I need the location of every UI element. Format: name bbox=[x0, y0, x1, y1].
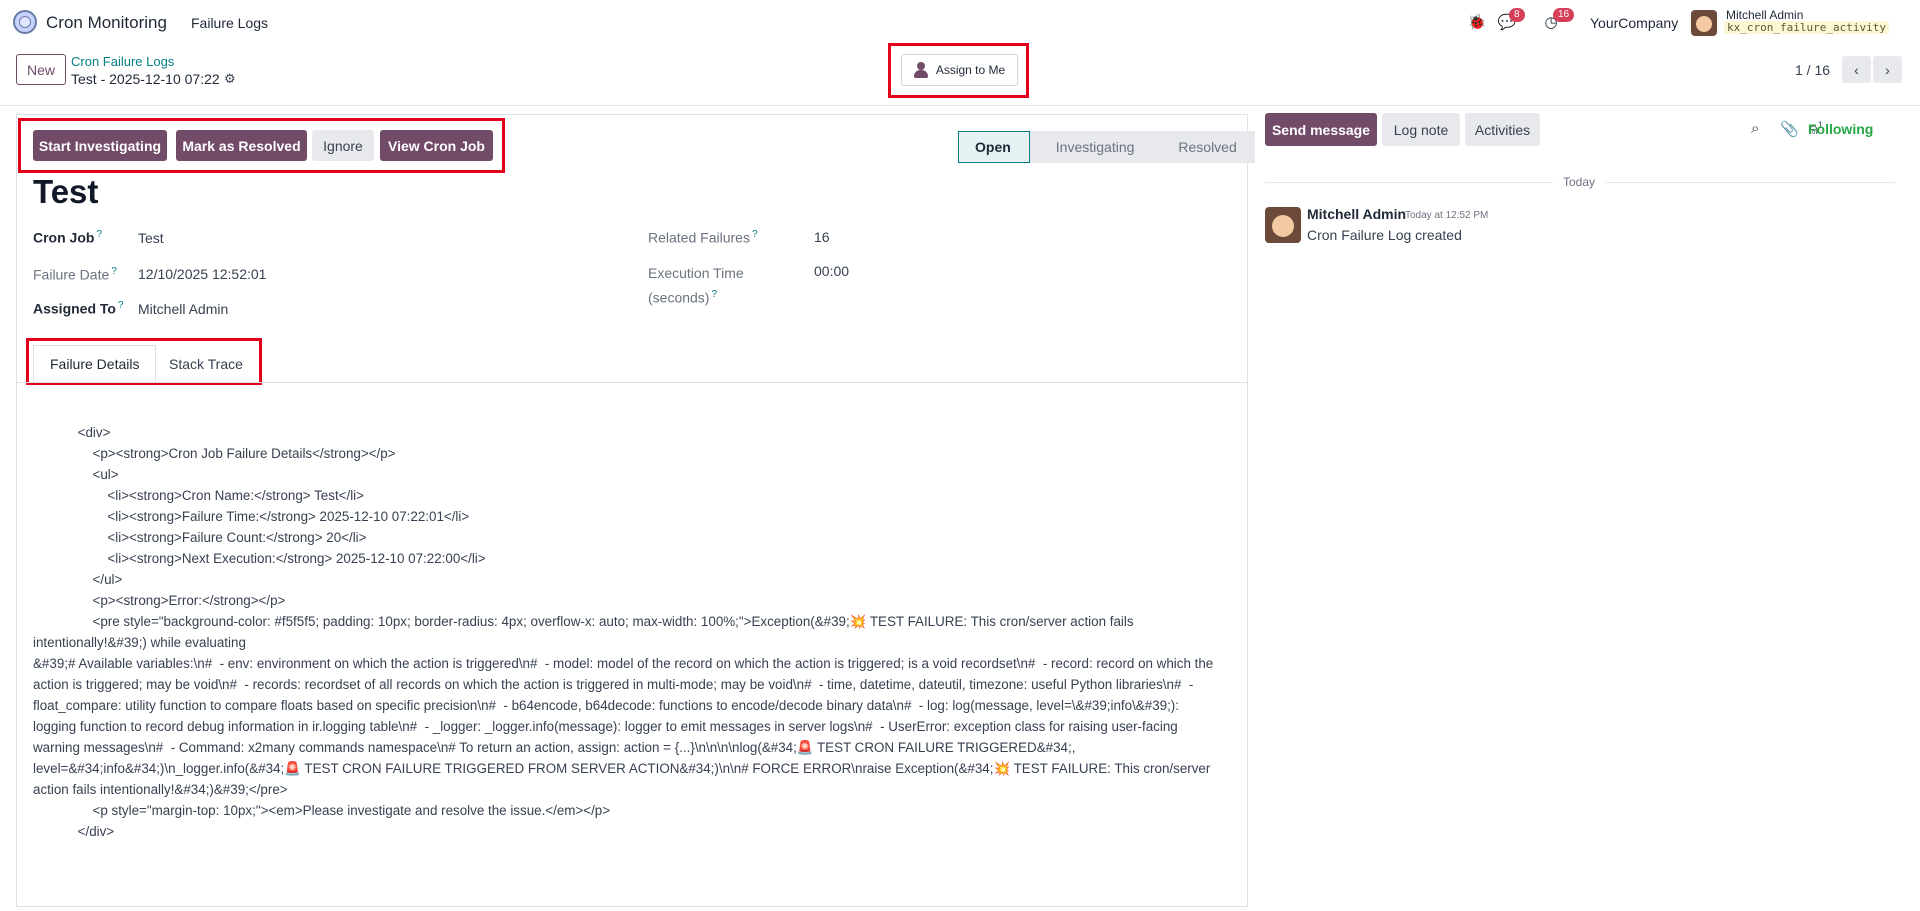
message-author[interactable]: Mitchell Admin bbox=[1307, 206, 1406, 222]
start-investigating-button[interactable]: Start Investigating bbox=[33, 130, 167, 161]
failure-details-content: <div> <p><strong>Cron Job Failure Detail… bbox=[33, 425, 1214, 839]
date-separator-label: Today bbox=[1553, 175, 1606, 189]
breadcrumb-cron-failure-logs[interactable]: Cron Failure Logs bbox=[71, 54, 174, 69]
database-name: kx_cron_failure_activity bbox=[1724, 21, 1889, 34]
activities-button[interactable]: Activities bbox=[1465, 113, 1540, 146]
assign-to-me-button[interactable]: Assign to Me bbox=[901, 54, 1018, 86]
record-title: Test bbox=[33, 173, 99, 210]
cron-monitoring-logo-icon[interactable] bbox=[13, 10, 37, 34]
message-body: Cron Failure Log created bbox=[1307, 227, 1462, 243]
message-author-avatar[interactable] bbox=[1265, 207, 1301, 243]
related-failures-field[interactable]: 16 bbox=[814, 229, 830, 245]
bug-icon[interactable]: 🐞 bbox=[1467, 12, 1487, 32]
search-icon[interactable]: ⌕ bbox=[1751, 120, 1759, 137]
execution-time-label: Execution Time (seconds)? bbox=[648, 265, 744, 306]
assign-to-me-label: Assign to Me bbox=[935, 63, 1006, 77]
pager-previous-icon[interactable]: ‹ bbox=[1842, 56, 1871, 83]
pager-value[interactable]: 1 / 16 bbox=[1795, 62, 1830, 78]
pager-next-icon[interactable]: › bbox=[1873, 56, 1902, 83]
message-time: Today at 12:52 PM bbox=[1405, 210, 1489, 221]
stage-investigating[interactable]: Investigating bbox=[1029, 131, 1153, 163]
top-navbar: Cron Monitoring Failure Logs 🐞 💬 8 ◷ 16 Yo… bbox=[0, 0, 1920, 46]
activities-badge: 16 bbox=[1553, 8, 1575, 22]
user-icon bbox=[913, 62, 928, 78]
app-name[interactable]: Cron Monitoring bbox=[46, 13, 167, 33]
related-failures-label: Related Failures? bbox=[648, 229, 758, 246]
tab-stack-trace[interactable]: Stack Trace bbox=[153, 345, 259, 382]
view-cron-job-button[interactable]: View Cron Job bbox=[380, 130, 493, 161]
menu-failure-logs[interactable]: Failure Logs bbox=[191, 15, 268, 31]
user-menu-name[interactable]: Mitchell Admin bbox=[1726, 8, 1803, 22]
company-switcher[interactable]: YourCompany bbox=[1590, 15, 1678, 31]
messages-badge: 8 bbox=[1509, 8, 1525, 22]
help-icon[interactable]: ? bbox=[111, 266, 117, 277]
cron-job-field[interactable]: Test bbox=[138, 230, 164, 246]
following-button[interactable]: Following bbox=[1808, 121, 1873, 137]
new-button[interactable]: New bbox=[16, 54, 66, 85]
user-avatar[interactable] bbox=[1691, 10, 1717, 36]
ignore-button[interactable]: Ignore bbox=[312, 130, 374, 161]
gear-icon[interactable]: ⚙ bbox=[224, 71, 236, 87]
log-note-button[interactable]: Log note bbox=[1382, 113, 1460, 146]
status-bar: Open Investigating Resolved bbox=[958, 131, 1255, 163]
assigned-to-label: Assigned To? bbox=[33, 300, 124, 317]
breadcrumb-current-record: Test - 2025-12-10 07:22 bbox=[71, 71, 220, 87]
execution-time-field[interactable]: 00:00 bbox=[814, 263, 849, 279]
send-message-button[interactable]: Send message bbox=[1265, 113, 1377, 146]
paperclip-icon[interactable]: 📎 bbox=[1780, 120, 1799, 138]
help-icon[interactable]: ? bbox=[752, 229, 758, 240]
tab-divider bbox=[17, 382, 1247, 383]
stage-open[interactable]: Open bbox=[958, 131, 1030, 163]
activities-clock-icon[interactable]: ◷ 16 bbox=[1541, 8, 1575, 32]
mark-as-resolved-button[interactable]: Mark as Resolved bbox=[176, 130, 307, 161]
cron-job-label: Cron Job? bbox=[33, 229, 103, 246]
help-icon[interactable]: ? bbox=[96, 229, 102, 240]
tab-failure-details[interactable]: Failure Details bbox=[33, 345, 157, 382]
failure-date-field[interactable]: 12/10/2025 12:52:01 bbox=[138, 266, 266, 282]
assigned-to-field[interactable]: Mitchell Admin bbox=[138, 301, 228, 317]
messages-icon[interactable]: 💬 8 bbox=[1497, 8, 1525, 32]
failure-date-label: Failure Date? bbox=[33, 266, 117, 283]
help-icon[interactable]: ? bbox=[711, 289, 717, 300]
stage-resolved[interactable]: Resolved bbox=[1152, 131, 1255, 163]
help-icon[interactable]: ? bbox=[118, 300, 124, 311]
